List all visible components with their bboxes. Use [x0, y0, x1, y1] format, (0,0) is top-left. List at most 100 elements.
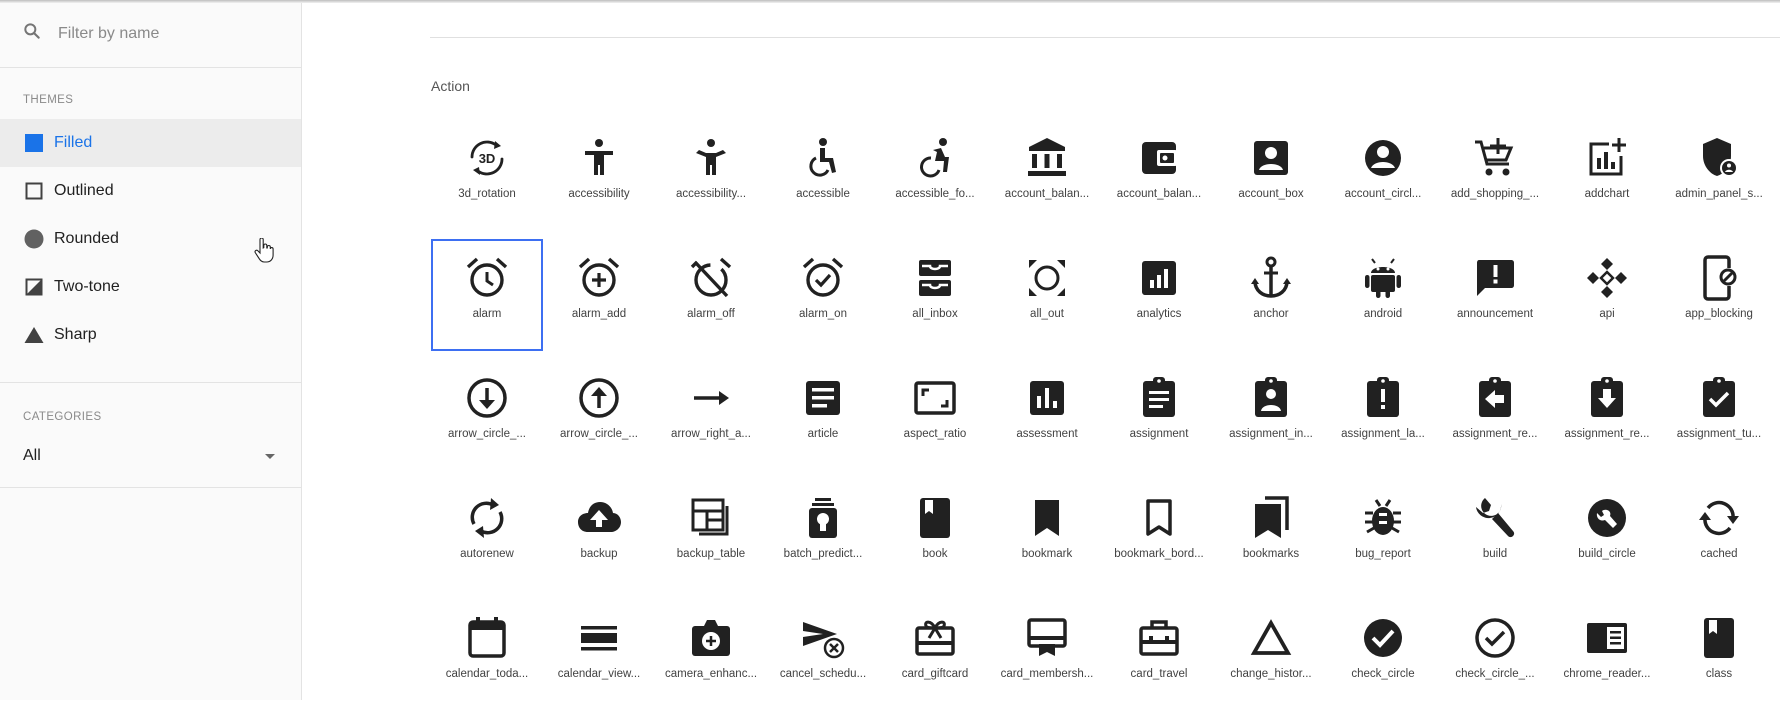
icon-tile-account-balance[interactable]: account_balan...: [991, 119, 1103, 231]
icon-tile-account-circle[interactable]: account_circl...: [1327, 119, 1439, 231]
icon-tile-change-history[interactable]: change_histor...: [1215, 599, 1327, 711]
theme-outlined[interactable]: Outlined: [0, 167, 301, 215]
icon-tile-assignment-turned-in[interactable]: assignment_tu...: [1663, 359, 1775, 471]
icon-tile-announcement[interactable]: announcement: [1439, 239, 1551, 351]
search-icon[interactable]: [22, 21, 42, 46]
class-icon: [1704, 618, 1734, 658]
theme-label: Filled: [54, 134, 93, 151]
icon-tile-calendar-view-day[interactable]: calendar_view...: [543, 599, 655, 711]
calendar-icon: [468, 617, 506, 658]
icon-tile-card-giftcard[interactable]: card_giftcard: [879, 599, 991, 711]
card-travel-icon: [1139, 620, 1179, 656]
icon-label: assignment_re...: [1452, 428, 1538, 440]
icon-tile-aspect-ratio[interactable]: aspect_ratio: [879, 359, 991, 471]
icon-tile-admin-panel-settings[interactable]: admin_panel_s...: [1663, 119, 1775, 231]
search-bar: [0, 0, 301, 68]
theme-two-tone[interactable]: Two-tone: [0, 263, 301, 311]
icon-tile-assessment[interactable]: assessment: [991, 359, 1103, 471]
triangle-icon: [24, 325, 44, 345]
icon-tile-check-circle[interactable]: check_circle: [1327, 599, 1439, 711]
icon-label: announcement: [1456, 308, 1534, 320]
search-input[interactable]: [56, 23, 290, 44]
check-circle-icon: [1364, 619, 1402, 657]
icon-tile-alarm-add[interactable]: alarm_add: [543, 239, 655, 351]
categories-heading: CATEGORIES: [23, 411, 102, 423]
icon-tile-class[interactable]: class: [1663, 599, 1775, 711]
icon-tile-card-travel[interactable]: card_travel: [1103, 599, 1215, 711]
icon-label: add_shopping_...: [1450, 188, 1540, 200]
article-icon: [806, 381, 840, 415]
icon-tile-arrow-circle-down[interactable]: arrow_circle_...: [431, 359, 543, 471]
icon-tile-accessibility-new[interactable]: accessibility...: [655, 119, 767, 231]
category-value: All: [23, 447, 41, 464]
theme-label: Rounded: [54, 230, 119, 247]
icon-tile-all-inbox[interactable]: all_inbox: [879, 239, 991, 351]
icon-tile-account-balance-wallet[interactable]: account_balan...: [1103, 119, 1215, 231]
icon-tile-build-circle[interactable]: build_circle: [1551, 479, 1663, 591]
icon-tile-chrome-reader-mode[interactable]: chrome_reader...: [1551, 599, 1663, 711]
icon-label: chrome_reader...: [1563, 668, 1651, 680]
icon-tile-add-shopping-cart[interactable]: add_shopping_...: [1439, 119, 1551, 231]
icon-tile-alarm[interactable]: alarm: [431, 239, 543, 351]
arrow-circle-down-icon: [467, 378, 507, 418]
icon-tile-bookmark-border[interactable]: bookmark_bord...: [1103, 479, 1215, 591]
icon-tile-3d-rotation[interactable]: 3D 3d_rotation: [431, 119, 543, 231]
theme-filled[interactable]: Filled: [0, 119, 301, 167]
icon-tile-cancel-schedule-send[interactable]: cancel_schedu...: [767, 599, 879, 711]
icon-tile-bug-report[interactable]: bug_report: [1327, 479, 1439, 591]
icon-tile-accessibility[interactable]: accessibility: [543, 119, 655, 231]
outlined-square-icon: [24, 181, 44, 201]
account-box-icon: [1254, 141, 1288, 175]
announcement-icon: [1477, 260, 1514, 296]
icon-tile-calendar-today[interactable]: calendar_toda...: [431, 599, 543, 711]
accessible-forward-icon: [920, 138, 949, 178]
icon-tile-analytics[interactable]: analytics: [1103, 239, 1215, 351]
icon-tile-bookmark[interactable]: bookmark: [991, 479, 1103, 591]
icon-label: all_out: [1030, 308, 1064, 320]
icon-label: arrow_right_a...: [671, 428, 751, 440]
backup-table-icon: [691, 498, 729, 536]
icon-tile-accessible-forward[interactable]: accessible_fo...: [879, 119, 991, 231]
icon-tile-arrow-circle-up[interactable]: arrow_circle_...: [543, 359, 655, 471]
icon-label: alarm_on: [799, 308, 847, 320]
app-blocking-icon: [1703, 255, 1737, 301]
icon-tile-assignment[interactable]: assignment: [1103, 359, 1215, 471]
icon-tile-camera-enhance[interactable]: camera_enhanc...: [655, 599, 767, 711]
icon-tile-check-circle-outline[interactable]: check_circle_...: [1439, 599, 1551, 711]
icon-tile-account-box[interactable]: account_box: [1215, 119, 1327, 231]
icon-tile-cached[interactable]: cached: [1663, 479, 1775, 591]
theme-sharp[interactable]: Sharp: [0, 311, 301, 359]
icon-tile-api[interactable]: api: [1551, 239, 1663, 351]
icon-tile-android[interactable]: android: [1327, 239, 1439, 351]
assessment-icon: [1030, 381, 1064, 415]
icon-tile-build[interactable]: build: [1439, 479, 1551, 591]
icon-label: change_histor...: [1230, 668, 1312, 680]
icon-tile-arrow-right-alt[interactable]: arrow_right_a...: [655, 359, 767, 471]
icon-tile-alarm-on[interactable]: alarm_on: [767, 239, 879, 351]
icon-tile-assignment-returned[interactable]: assignment_re...: [1551, 359, 1663, 471]
icon-tile-accessible[interactable]: accessible: [767, 119, 879, 231]
icon-label: account_balan...: [1116, 188, 1202, 200]
icon-tile-app-blocking[interactable]: app_blocking: [1663, 239, 1775, 351]
icon-tile-card-membership[interactable]: card_membersh...: [991, 599, 1103, 711]
icon-label: build: [1482, 548, 1508, 560]
icon-label: check_circle: [1351, 668, 1415, 680]
icon-tile-anchor[interactable]: anchor: [1215, 239, 1327, 351]
icon-tile-autorenew[interactable]: autorenew: [431, 479, 543, 591]
icon-tile-assignment-late[interactable]: assignment_la...: [1327, 359, 1439, 471]
category-select[interactable]: All: [0, 444, 301, 468]
icon-tile-bookmarks[interactable]: bookmarks: [1215, 479, 1327, 591]
icon-tile-batch-prediction[interactable]: batch_predict...: [767, 479, 879, 591]
icon-label: assignment_tu...: [1676, 428, 1762, 440]
icon-tile-addchart[interactable]: addchart: [1551, 119, 1663, 231]
icon-tile-alarm-off[interactable]: alarm_off: [655, 239, 767, 351]
divider: [430, 37, 1780, 38]
icon-tile-backup-table[interactable]: backup_table: [655, 479, 767, 591]
icon-tile-assignment-return[interactable]: assignment_re...: [1439, 359, 1551, 471]
icon-tile-assignment-ind[interactable]: assignment_in...: [1215, 359, 1327, 471]
icon-tile-all-out[interactable]: all_out: [991, 239, 1103, 351]
assignment-late-icon: [1367, 377, 1399, 417]
icon-tile-book[interactable]: book: [879, 479, 991, 591]
icon-tile-article[interactable]: article: [767, 359, 879, 471]
icon-tile-backup[interactable]: backup: [543, 479, 655, 591]
